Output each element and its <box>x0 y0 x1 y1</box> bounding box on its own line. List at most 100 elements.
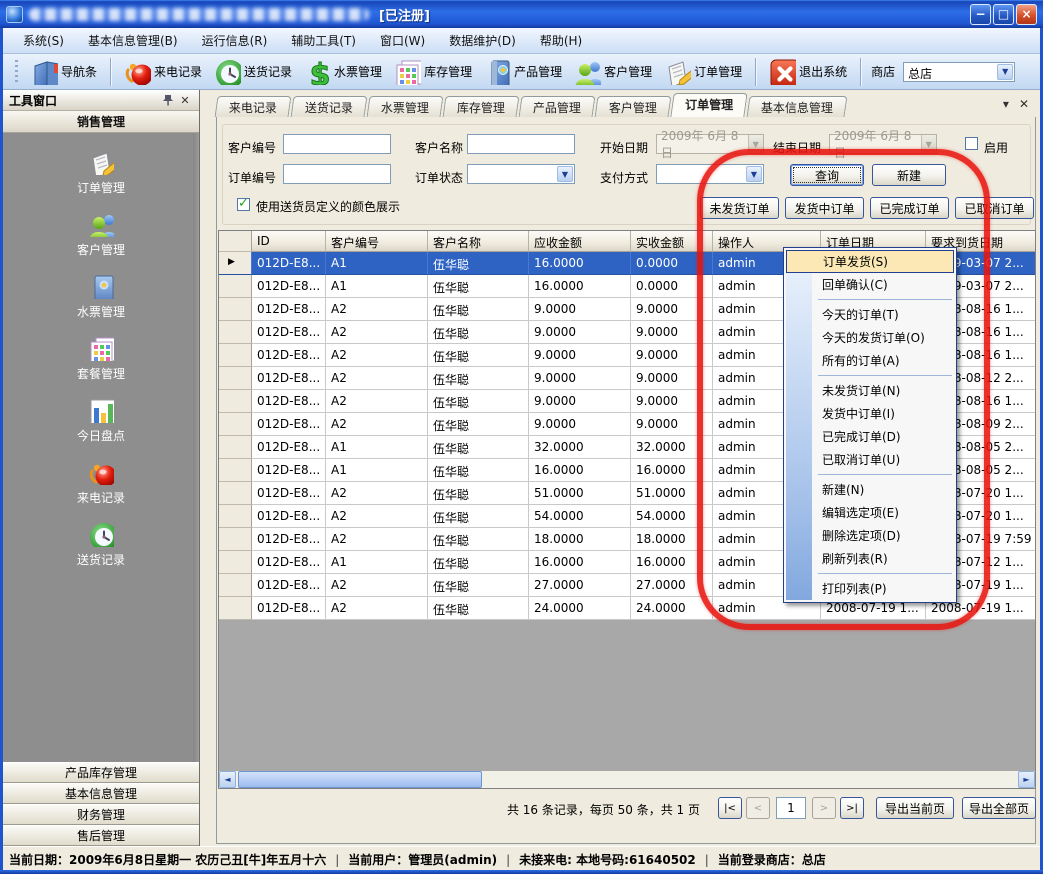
column-header-received[interactable]: 实收金额 <box>631 231 713 252</box>
tab[interactable]: 产品管理 <box>519 96 596 117</box>
enable-checkbox[interactable] <box>965 137 978 150</box>
menu-item[interactable]: 基本信息管理(B) <box>76 29 190 52</box>
chevron-down-icon[interactable]: ▼ <box>997 64 1013 80</box>
menu-item[interactable]: 系统(S) <box>11 29 76 52</box>
tab[interactable]: 基本信息管理 <box>747 96 848 117</box>
context-menu-item[interactable] <box>786 471 954 478</box>
row-selector[interactable] <box>219 298 252 321</box>
customer-name-input[interactable] <box>467 134 575 154</box>
menu-item[interactable]: 帮助(H) <box>528 29 594 52</box>
row-selector[interactable] <box>219 482 252 505</box>
sidebar-item-package-mgmt[interactable]: 套餐管理 <box>77 335 125 382</box>
context-menu-item[interactable]: 发货中订单(I) <box>786 402 954 425</box>
completed-orders-button[interactable]: 已完成订单 <box>870 197 949 219</box>
context-menu-item[interactable]: 已完成订单(D) <box>786 425 954 448</box>
scrollbar-thumb[interactable] <box>238 771 482 788</box>
page-number-input[interactable] <box>776 797 806 819</box>
prev-page-button[interactable]: < <box>746 797 770 819</box>
toolbar-water-ticket-button[interactable]: 水票管理 <box>299 56 387 87</box>
toolbar-inventory-button[interactable]: 库存管理 <box>389 56 477 87</box>
row-selector[interactable] <box>219 275 252 298</box>
row-selector[interactable] <box>219 413 252 436</box>
unshipped-orders-button[interactable]: 未发货订单 <box>700 197 779 219</box>
order-status-combobox[interactable]: ▼ <box>467 164 575 184</box>
pin-icon[interactable] <box>161 94 177 107</box>
start-date-picker[interactable]: 2009年 6月 8日▼ <box>656 134 764 154</box>
context-menu-item[interactable]: 刷新列表(R) <box>786 547 954 570</box>
column-header-customer-name[interactable]: 客户名称 <box>428 231 529 252</box>
sidebar-item-call-log[interactable]: 来电记录 <box>77 459 125 506</box>
toolbar-delivery-log-button[interactable]: 送货记录 <box>209 56 297 87</box>
context-menu-item[interactable]: 今天的订单(T) <box>786 303 954 326</box>
context-menu-item[interactable]: 打印列表(P) <box>786 577 954 600</box>
sidebar-group-bar[interactable]: 售后管理 <box>3 825 199 846</box>
sidebar-item-customer-mgmt[interactable]: 客户管理 <box>77 211 125 258</box>
sidebar-group-bar[interactable]: 财务管理 <box>3 804 199 825</box>
tab[interactable]: 客户管理 <box>595 96 672 117</box>
order-no-input[interactable] <box>283 164 391 184</box>
row-selector[interactable] <box>219 344 252 367</box>
toolbar-navigator-button[interactable]: 导航条 <box>26 56 102 87</box>
context-menu-item[interactable]: 未发货订单(N) <box>786 379 954 402</box>
row-selector[interactable] <box>219 528 252 551</box>
context-menu-item[interactable]: 今天的发货订单(O) <box>786 326 954 349</box>
menu-item[interactable]: 辅助工具(T) <box>279 29 368 52</box>
row-selector[interactable] <box>219 321 252 344</box>
toolbar-product-button[interactable]: 产品管理 <box>479 56 567 87</box>
close-button[interactable]: × <box>1016 4 1037 25</box>
context-menu-item[interactable] <box>786 372 954 379</box>
close-icon[interactable]: ✕ <box>177 94 193 107</box>
context-menu-item[interactable]: 新建(N) <box>786 478 954 501</box>
tab[interactable]: 送货记录 <box>291 96 368 117</box>
cancelled-orders-button[interactable]: 已取消订单 <box>955 197 1034 219</box>
context-menu-item[interactable]: 编辑选定项(E) <box>786 501 954 524</box>
menu-item[interactable]: 数据维护(D) <box>437 29 528 52</box>
row-selector[interactable] <box>219 574 252 597</box>
row-selector[interactable] <box>219 367 252 390</box>
row-selector[interactable] <box>219 390 252 413</box>
context-menu-item[interactable]: 订单发货(S) <box>786 250 954 273</box>
menu-item[interactable]: 运行信息(R) <box>190 29 280 52</box>
row-selector[interactable] <box>219 436 252 459</box>
shop-combobox[interactable]: 总店 ▼ <box>903 62 1015 82</box>
tab[interactable]: 水票管理 <box>367 96 444 117</box>
tab[interactable]: 来电记录 <box>215 96 292 117</box>
scroll-left-arrow[interactable]: ◄ <box>219 771 236 788</box>
close-icon[interactable]: ✕ <box>1019 97 1029 111</box>
toolbar-exit-button[interactable]: 退出系统 <box>764 56 852 87</box>
first-page-button[interactable]: |< <box>718 797 742 819</box>
row-selector[interactable] <box>219 551 252 574</box>
context-menu-item[interactable]: 已取消订单(U) <box>786 448 954 471</box>
delivery-color-checkbox[interactable] <box>237 198 250 211</box>
context-menu-item[interactable]: 所有的订单(A) <box>786 349 954 372</box>
export-current-page-button[interactable]: 导出当前页 <box>876 797 954 819</box>
export-all-pages-button[interactable]: 导出全部页 <box>962 797 1036 819</box>
sidebar-item-order-mgmt[interactable]: 订单管理 <box>77 149 125 196</box>
toolbar-call-log-button[interactable]: 来电记录 <box>119 56 207 87</box>
query-button[interactable]: 查询 <box>790 164 864 186</box>
tab[interactable]: 库存管理 <box>443 96 520 117</box>
row-selector[interactable] <box>219 505 252 528</box>
toolbar-customer-button[interactable]: 客户管理 <box>569 56 657 87</box>
new-button[interactable]: 新建 <box>872 164 946 186</box>
toolbar-order-button[interactable]: 订单管理 <box>659 56 747 87</box>
sidebar-group-sales[interactable]: 销售管理 <box>3 111 199 133</box>
context-menu-item[interactable]: 回单确认(C) <box>786 273 954 296</box>
next-page-button[interactable]: > <box>812 797 836 819</box>
column-header-customer-no[interactable]: 客户编号 <box>326 231 428 252</box>
scroll-right-arrow[interactable]: ► <box>1018 771 1035 788</box>
customer-no-input[interactable] <box>283 134 391 154</box>
sidebar-item-delivery-log[interactable]: 送货记录 <box>77 521 125 568</box>
chevron-down-icon[interactable]: ▼ <box>557 166 573 182</box>
sidebar-item-water-ticket[interactable]: 水票管理 <box>77 273 125 320</box>
minimize-button[interactable]: − <box>970 4 991 25</box>
last-page-button[interactable]: >| <box>840 797 864 819</box>
shipping-orders-button[interactable]: 发货中订单 <box>785 197 864 219</box>
horizontal-scrollbar[interactable]: ◄ ► <box>219 771 1035 788</box>
sidebar-group-bar[interactable]: 基本信息管理 <box>3 783 199 804</box>
sidebar-item-daily-check[interactable]: 今日盘点 <box>77 397 125 444</box>
restore-button[interactable]: □ <box>993 4 1014 25</box>
menu-item[interactable]: 窗口(W) <box>368 29 437 52</box>
pay-method-combobox[interactable]: ▼ <box>656 164 764 184</box>
sidebar-splitter[interactable] <box>200 90 203 846</box>
